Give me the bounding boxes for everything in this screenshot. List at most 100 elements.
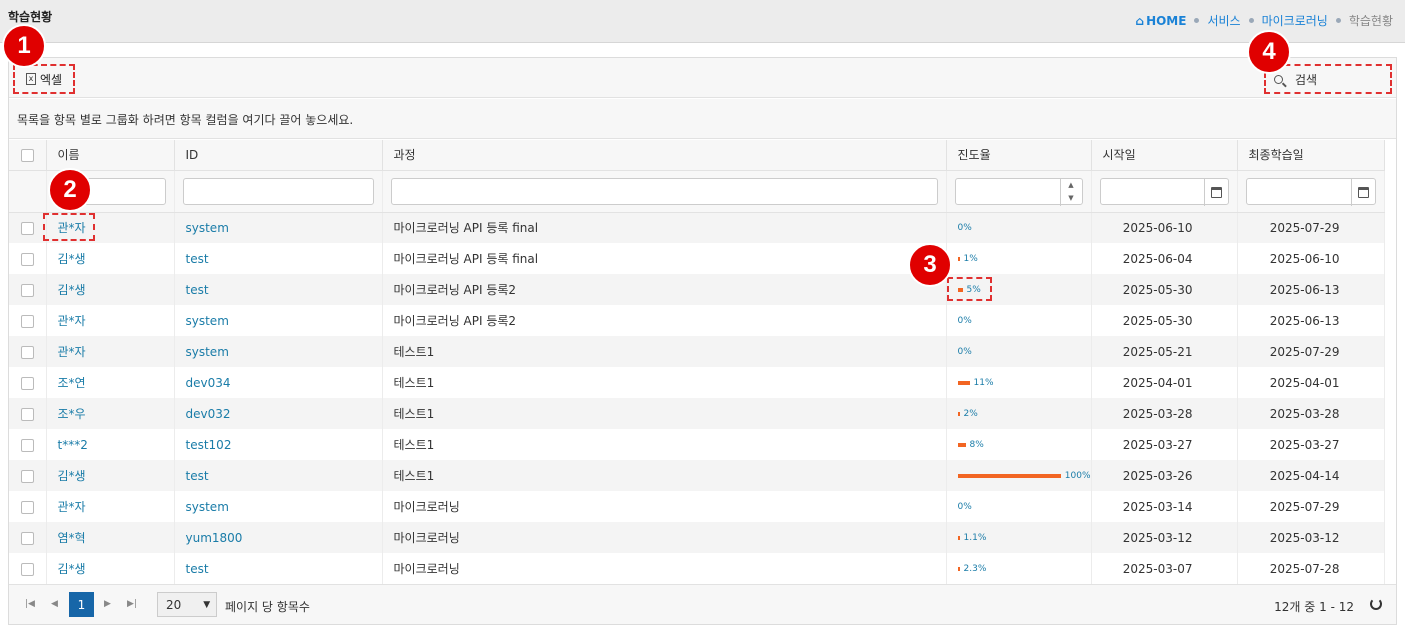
page-size-select[interactable]: 20 ▼	[157, 592, 217, 617]
top-header: 학습현황 ⌂ HOME 서비스 마이크로러닝 학습현황	[0, 0, 1405, 43]
row-checkbox-cell	[9, 305, 47, 336]
cell-id[interactable]: system	[174, 212, 383, 243]
table-row[interactable]: t***2 test102 테스트1 8% 2025-03-27 2025-03-27	[9, 429, 1385, 460]
start-date-filter-input[interactable]	[1099, 177, 1229, 206]
column-header-start-date[interactable]: 시작일	[1091, 140, 1238, 171]
cell-start-date: 2025-06-04	[1091, 243, 1238, 274]
row-checkbox[interactable]	[21, 314, 34, 328]
cell-name[interactable]: 조*우	[46, 398, 175, 429]
cell-id[interactable]: test	[174, 460, 383, 491]
cell-last-date: 2025-03-27	[1237, 429, 1385, 460]
cell-id[interactable]: system	[174, 305, 383, 336]
table-row[interactable]: 염*혁 yum1800 마이크로러닝 1.1% 2025-03-12 2025-03-12	[9, 522, 1385, 553]
cell-start-date: 2025-05-30	[1091, 305, 1238, 336]
table-row[interactable]: 김*생 test 테스트1 100% 2025-03-26 2025-04-14	[9, 460, 1385, 491]
column-header-last-date[interactable]: 최종학습일	[1237, 140, 1385, 171]
row-checkbox[interactable]	[21, 376, 34, 390]
row-checkbox[interactable]	[21, 283, 34, 297]
cell-id[interactable]: system	[174, 491, 383, 522]
spinner-arrows-icon[interactable]: ▲ ▼	[1059, 178, 1082, 206]
cell-name[interactable]: 김*생	[46, 460, 175, 491]
row-checkbox-cell	[9, 522, 47, 553]
id-filter-input[interactable]	[182, 177, 374, 205]
row-checkbox-cell	[9, 212, 47, 243]
breadcrumb-separator	[1248, 18, 1254, 23]
excel-export-label: 엑셀	[39, 72, 63, 87]
refresh-icon[interactable]	[1370, 598, 1382, 610]
cell-name[interactable]: 김*생	[46, 553, 175, 584]
calendar-icon[interactable]	[1350, 178, 1375, 206]
column-header-name[interactable]: 이름	[46, 140, 175, 171]
cell-name[interactable]: 관*자	[46, 491, 175, 522]
progress-indicator: 0%	[958, 502, 1091, 512]
progress-filter-input[interactable]: ▲ ▼	[954, 177, 1083, 206]
column-header-id[interactable]: ID	[174, 140, 383, 171]
table-row[interactable]: 관*자 system 마이크로러닝 API 등록2 0% 2025-05-30 2025-…	[9, 305, 1385, 336]
row-checkbox[interactable]	[21, 500, 34, 514]
table-header-row: 이름 ID 과정 진도율 시작일 최종학습일	[9, 140, 1385, 171]
learning-status-grid: x 엑셀 검색 목록을 항목 별로 그룹화 하려면 항목 컬럼을 여기다 끌어 …	[8, 57, 1397, 625]
table-row[interactable]: 관*자 system 테스트1 0% 2025-05-21 2025-07-29	[9, 336, 1385, 367]
last-page-icon[interactable]: ▶|	[127, 599, 137, 609]
row-checkbox[interactable]	[21, 407, 34, 421]
cell-id[interactable]: dev032	[174, 398, 383, 429]
column-header-progress[interactable]: 진도율	[946, 140, 1092, 171]
cell-id[interactable]: test102	[174, 429, 383, 460]
cell-last-date: 2025-06-13	[1237, 305, 1385, 336]
table-row[interactable]: 관*자 system 마이크로러닝 0% 2025-03-14 2025-07-29	[9, 491, 1385, 522]
row-checkbox[interactable]	[21, 252, 34, 266]
cell-id[interactable]: yum1800	[174, 522, 383, 553]
progress-indicator: 2%	[957, 409, 1091, 419]
next-page-icon[interactable]: ▶	[104, 599, 111, 609]
progress-label: 0%	[957, 222, 972, 233]
cell-id[interactable]: test	[174, 553, 383, 584]
row-checkbox[interactable]	[21, 562, 34, 576]
progress-bar	[957, 380, 970, 385]
search-placeholder: 검색	[1295, 72, 1318, 87]
table-row[interactable]: 김*생 test 마이크로러닝 API 등록2 5% 2025-05-30 2025-06…	[9, 274, 1385, 305]
row-checkbox[interactable]	[21, 221, 34, 235]
current-page-button[interactable]: 1	[69, 592, 94, 617]
breadcrumb-microlearning[interactable]: 마이크로러닝	[1262, 12, 1328, 29]
table-row[interactable]: 조*연 dev034 테스트1 11% 2025-04-01 2025-04-01	[9, 367, 1385, 398]
cell-name[interactable]: 조*연	[46, 367, 175, 398]
cell-id[interactable]: dev034	[174, 367, 383, 398]
cell-name[interactable]: 관*자	[46, 336, 175, 367]
breadcrumb-service[interactable]: 서비스	[1207, 12, 1240, 29]
row-checkbox[interactable]	[21, 531, 34, 545]
row-checkbox[interactable]	[21, 345, 34, 359]
first-page-icon[interactable]: |◀	[25, 599, 35, 609]
select-all-checkbox[interactable]	[21, 148, 34, 162]
row-checkbox[interactable]	[21, 438, 34, 452]
course-filter-input[interactable]	[390, 177, 938, 205]
table-row[interactable]: 김*생 test 마이크로러닝 API 등록 final 1% 2025-06-04 20…	[9, 243, 1385, 274]
cell-id[interactable]: test	[174, 274, 383, 305]
row-checkbox-cell	[9, 367, 47, 398]
column-header-course[interactable]: 과정	[382, 140, 947, 171]
page-size-label: 페이지 당 항목수	[225, 600, 310, 614]
cell-name[interactable]: 염*혁	[46, 522, 175, 553]
prev-page-icon[interactable]: ◀	[51, 599, 58, 609]
cell-name[interactable]: 김*생	[46, 274, 175, 305]
cell-name[interactable]: t***2	[46, 429, 175, 460]
last-date-filter-input[interactable]	[1245, 177, 1376, 206]
row-checkbox[interactable]	[21, 469, 34, 483]
table-row[interactable]: 조*우 dev032 테스트1 2% 2025-03-28 2025-03-28	[9, 398, 1385, 429]
excel-file-icon: x	[25, 73, 36, 85]
progress-indicator: 0%	[958, 316, 1091, 326]
table-row[interactable]: 김*생 test 마이크로러닝 2.3% 2025-03-07 2025-07-28	[9, 553, 1385, 584]
filter-cell-id	[174, 170, 383, 213]
cell-name[interactable]: 김*생	[46, 243, 175, 274]
cell-last-date: 2025-03-12	[1237, 522, 1385, 553]
cell-course: 테스트1	[382, 429, 947, 460]
cell-name[interactable]: 관*자	[46, 305, 175, 336]
grid-toolbar: x 엑셀 검색	[9, 58, 1396, 98]
annotation-badge-3: 3	[908, 243, 952, 287]
excel-export-button[interactable]: x 엑셀	[13, 64, 75, 94]
breadcrumb-home[interactable]: ⌂ HOME	[1135, 14, 1186, 28]
cell-id[interactable]: test	[174, 243, 383, 274]
cell-id[interactable]: system	[174, 336, 383, 367]
group-drop-area[interactable]: 목록을 항목 별로 그룹화 하려면 항목 컬럼을 여기다 끌어 놓으세요.	[9, 99, 1396, 139]
calendar-icon[interactable]	[1203, 178, 1228, 206]
table-row[interactable]: 관*자 system 마이크로러닝 API 등록 final 0% 2025-06-10…	[9, 212, 1385, 243]
